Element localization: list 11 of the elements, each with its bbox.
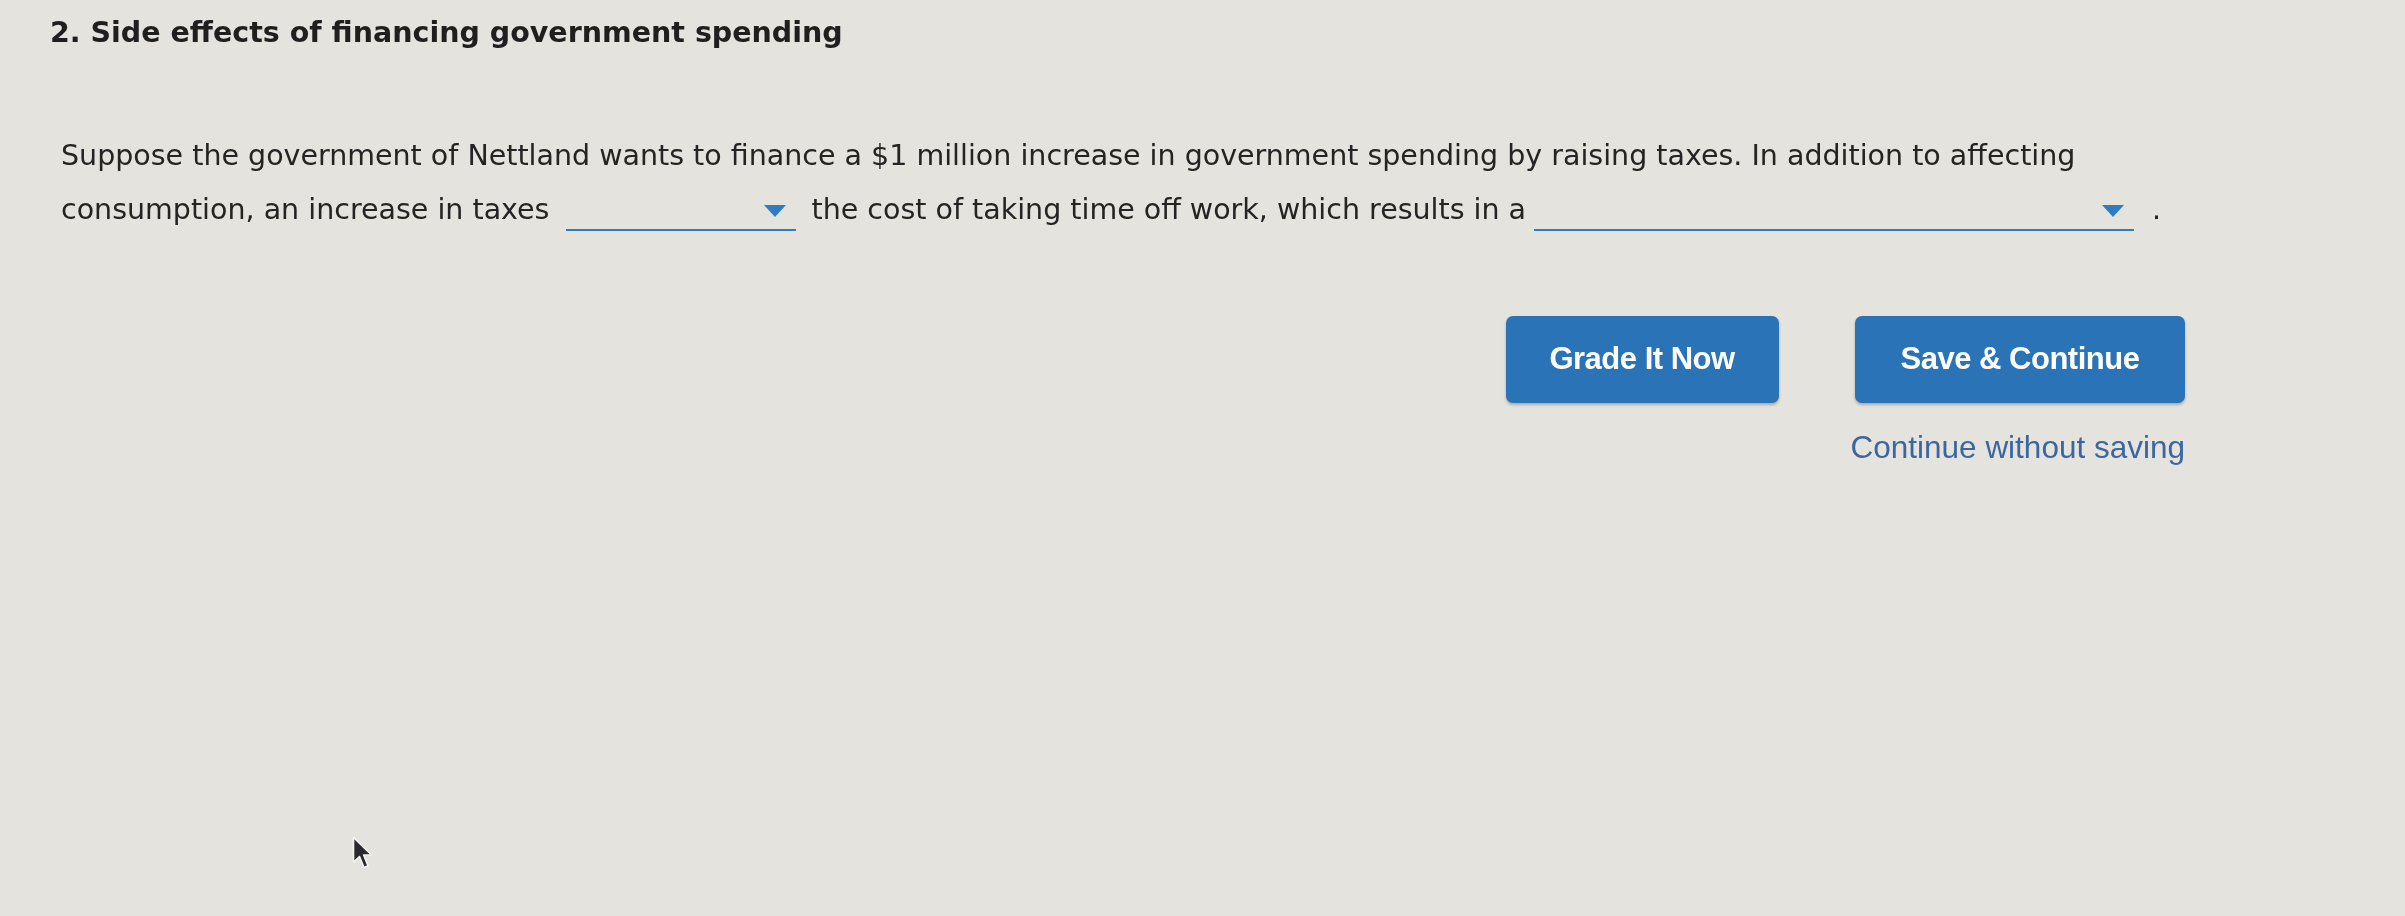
- question-text: .: [2152, 192, 2162, 228]
- save-continue-button[interactable]: Save & Continue: [1855, 316, 2185, 403]
- question-title: 2. Side effects of financing government spending: [50, 15, 843, 51]
- question-text: consumption, an increase in taxes: [61, 192, 550, 228]
- caret-down-icon: [2102, 205, 2125, 217]
- caret-down-icon: [764, 205, 787, 217]
- question-text: the cost of taking time off work, which results in a: [811, 192, 1527, 228]
- mouse-pointer-icon: [352, 836, 374, 870]
- question-text: Suppose the government of Nettland wants to finance a $1 million increase in government spending by raising taxes. In addition to affecting: [61, 138, 2076, 174]
- grade-button[interactable]: Grade It Now: [1505, 316, 1779, 403]
- continue-link[interactable]: Continue without saving: [1850, 427, 2185, 467]
